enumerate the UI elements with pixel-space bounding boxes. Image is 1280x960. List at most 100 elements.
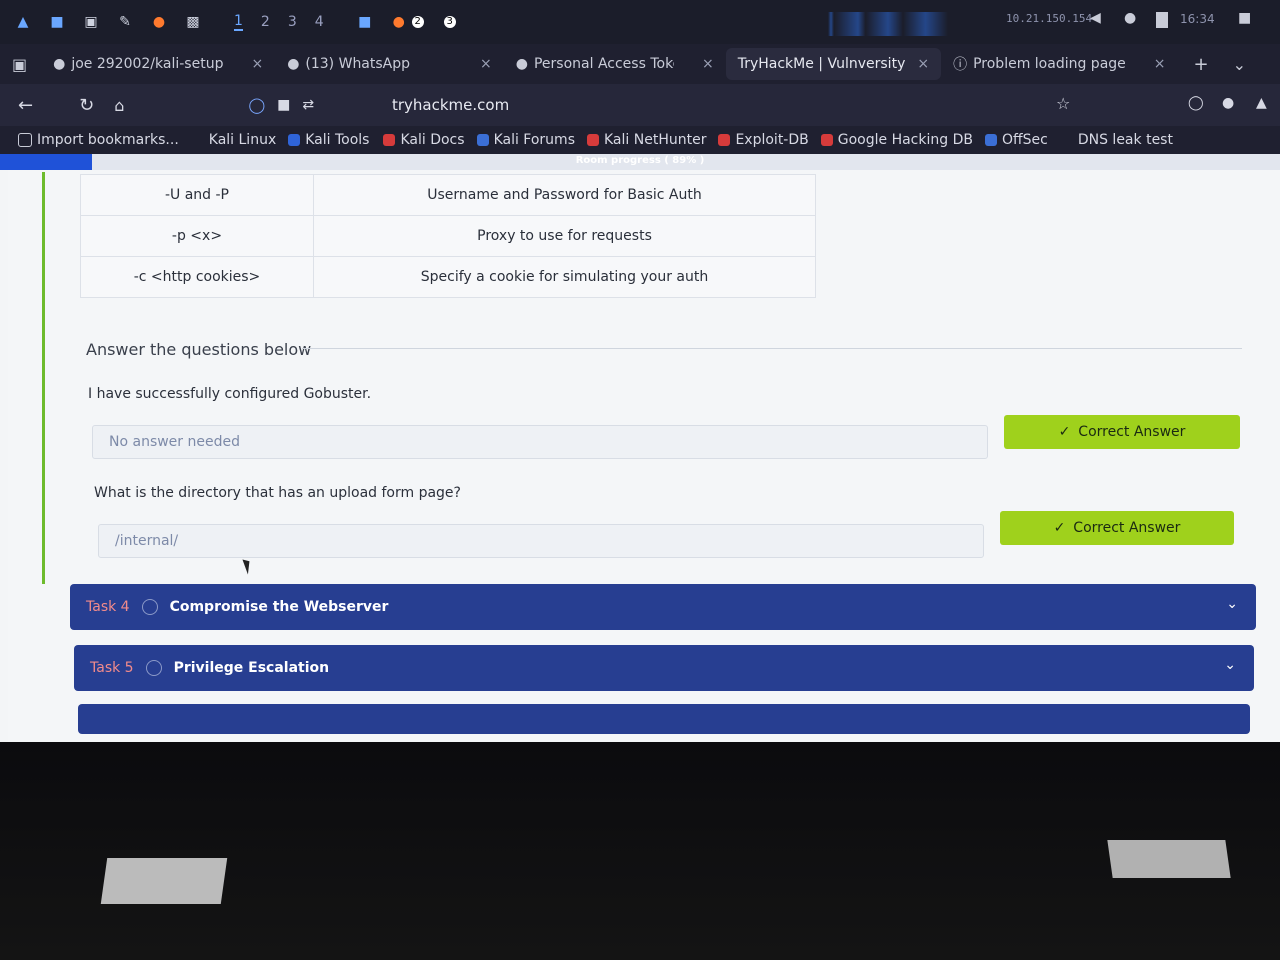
whatsapp-icon: ● [287,56,300,72]
task-number: Task 4 [86,599,130,615]
table-row: -p <x> Proxy to use for requests [80,215,816,257]
bookmarks-bar: Import bookmarks... Kali Linux Kali Tool… [0,126,1280,154]
desktop-icon[interactable]: ■ [46,11,68,33]
answer-questions-heading: Answer the questions below [86,340,312,359]
bookmark-kali-linux[interactable]: Kali Linux [209,132,276,148]
close-tab-icon[interactable]: × [251,56,263,72]
task-4-header[interactable]: Task 4 Compromise the Webserver ⌄ [70,584,1256,630]
nethunter-icon [587,134,599,146]
bookmark-google-hacking-db[interactable]: Google Hacking DB [820,132,973,148]
firefox-window-icon[interactable]: ● [388,11,410,33]
answer-field[interactable]: /internal/ [98,524,984,558]
correct-answer-button[interactable]: ✓ Correct Answer [1000,511,1234,545]
terminal-icon[interactable]: ▩ [182,11,204,33]
tab-kali-setup[interactable]: ● joe 292002/kali-setup × [41,48,275,80]
firefox-icon[interactable]: ● [148,11,170,33]
workspace-2[interactable]: 2 [261,14,270,30]
app-window-icon[interactable]: ■ [354,11,376,33]
button-label: Correct Answer [1078,424,1186,440]
tab-label: Personal Access Token [533,56,674,72]
kali-menu-icon[interactable]: ▲ [12,11,34,33]
bookmark-offsec[interactable]: OffSec [984,132,1048,148]
bookmark-dns-leak-test[interactable]: DNS leak test [1078,132,1173,148]
browser-tab-bar: ▣ ● joe 292002/kali-setup × ● (13) Whats… [0,44,1280,84]
workspace-3[interactable]: 3 [288,14,297,30]
back-icon[interactable]: ← [18,95,33,116]
tab-label: (13) WhatsApp [305,56,411,72]
correct-answer-button[interactable]: ✓ Correct Answer [1004,415,1240,449]
account-icon[interactable]: ● [1222,95,1234,111]
answer-field[interactable]: No answer needed [92,425,988,459]
task-title: Privilege Escalation [173,660,330,676]
tab-personal-access-token[interactable]: ● Personal Access Token × [504,48,726,80]
bookmark-exploit-db[interactable]: Exploit-DB [718,132,809,148]
tab-overview-icon[interactable]: ▣ [12,55,27,74]
bookmark-label: Kali Tools [305,132,370,148]
pocket-icon[interactable]: ◯ [1188,95,1204,111]
bookmark-star-icon[interactable]: ☆ [1056,94,1070,113]
home-icon[interactable]: ⌂ [114,96,124,115]
bookmark-label: Exploit-DB [735,132,809,148]
flag-cell: -p <x> [80,215,314,257]
task-completed-indicator [42,172,45,584]
room-progress-label: Room progress ( 89% ) [575,155,705,166]
info-icon: ⓘ [953,57,968,73]
bookmark-kali-docs[interactable]: Kali Docs [383,132,465,148]
description-cell: Proxy to use for requests [313,215,816,257]
kali-forums-icon [476,134,489,146]
heading-divider [302,348,1242,349]
question-text: I have successfully configured Gobuster. [88,386,372,402]
battery-icon[interactable] [1156,12,1168,28]
extensions-icon[interactable]: ▲ [1256,95,1267,111]
volume-icon[interactable]: ◀ [1090,10,1101,26]
close-tab-icon[interactable]: × [480,56,492,72]
folder-icon[interactable]: ▣ [80,11,102,33]
workspace-1[interactable]: 1 [234,13,243,31]
new-tab-icon[interactable]: + [1194,54,1209,75]
ghdb-icon [820,134,833,146]
bookmark-label: OffSec [1001,132,1048,148]
tab-whatsapp[interactable]: ● (13) WhatsApp × [275,48,504,80]
close-tab-icon[interactable]: × [917,56,929,72]
bookmark-kali-tools[interactable]: Kali Tools [288,132,369,148]
laptop-hinge-right [1107,840,1231,878]
task-5-header[interactable]: Task 5 Privilege Escalation ⌄ [74,645,1254,691]
reload-icon[interactable]: ↻ [79,95,94,116]
tab-problem-loading[interactable]: ⓘ Problem loading page × [941,48,1177,80]
chevron-down-icon[interactable]: ⌄ [1224,657,1236,673]
bookmark-kali-nethunter[interactable]: Kali NetHunter [587,132,706,148]
tab-tryhackme[interactable]: TryHackMe | Vulnversity × [725,48,942,80]
network-graph [798,12,948,36]
table-row: -c <http cookies> Specify a cookie for s… [80,256,816,298]
flag-cell: -U and -P [80,174,314,216]
bookmark-label: Import bookmarks... [37,132,179,148]
checkmark-icon: ✓ [1053,520,1066,536]
close-tab-icon[interactable]: × [702,56,714,72]
permissions-icon[interactable]: ⇄ [302,97,314,113]
url-text[interactable]: tryhackme.com [392,96,509,114]
gobuster-options-table: -U and -P Username and Password for Basi… [80,174,816,298]
editor-icon[interactable]: ✎ [114,11,136,33]
bookmark-label: Kali Linux [208,132,277,148]
flag-cell: -c <http cookies> [80,256,314,298]
shield-icon[interactable]: ◯ [248,96,265,114]
bookmark-import[interactable]: Import bookmarks... [18,132,179,148]
padlock-icon[interactable]: ■ [277,97,290,113]
task-status-icon [145,660,162,676]
chevron-down-icon[interactable]: ⌄ [1226,596,1238,612]
description-cell: Specify a cookie for simulating your aut… [313,256,816,298]
github-icon: ● [515,56,528,72]
laptop-hinge-left [100,858,228,904]
offsec-icon [984,134,997,146]
workspace-4[interactable]: 4 [315,14,324,30]
bookmark-kali-forums[interactable]: Kali Forums [476,132,575,148]
task-number: Task 5 [90,660,134,676]
tab-label: joe 292002/kali-setup [71,56,224,72]
lock-icon[interactable]: ■ [1238,10,1251,26]
close-tab-icon[interactable]: × [1154,56,1166,72]
question-text: What is the directory that has an upload… [94,485,461,501]
notification-bell-icon[interactable]: ● [1124,10,1136,26]
bookmark-label: Google Hacking DB [837,132,973,148]
task-6-header-partial[interactable] [78,704,1250,734]
chevron-down-icon[interactable]: ⌄ [1233,55,1246,74]
